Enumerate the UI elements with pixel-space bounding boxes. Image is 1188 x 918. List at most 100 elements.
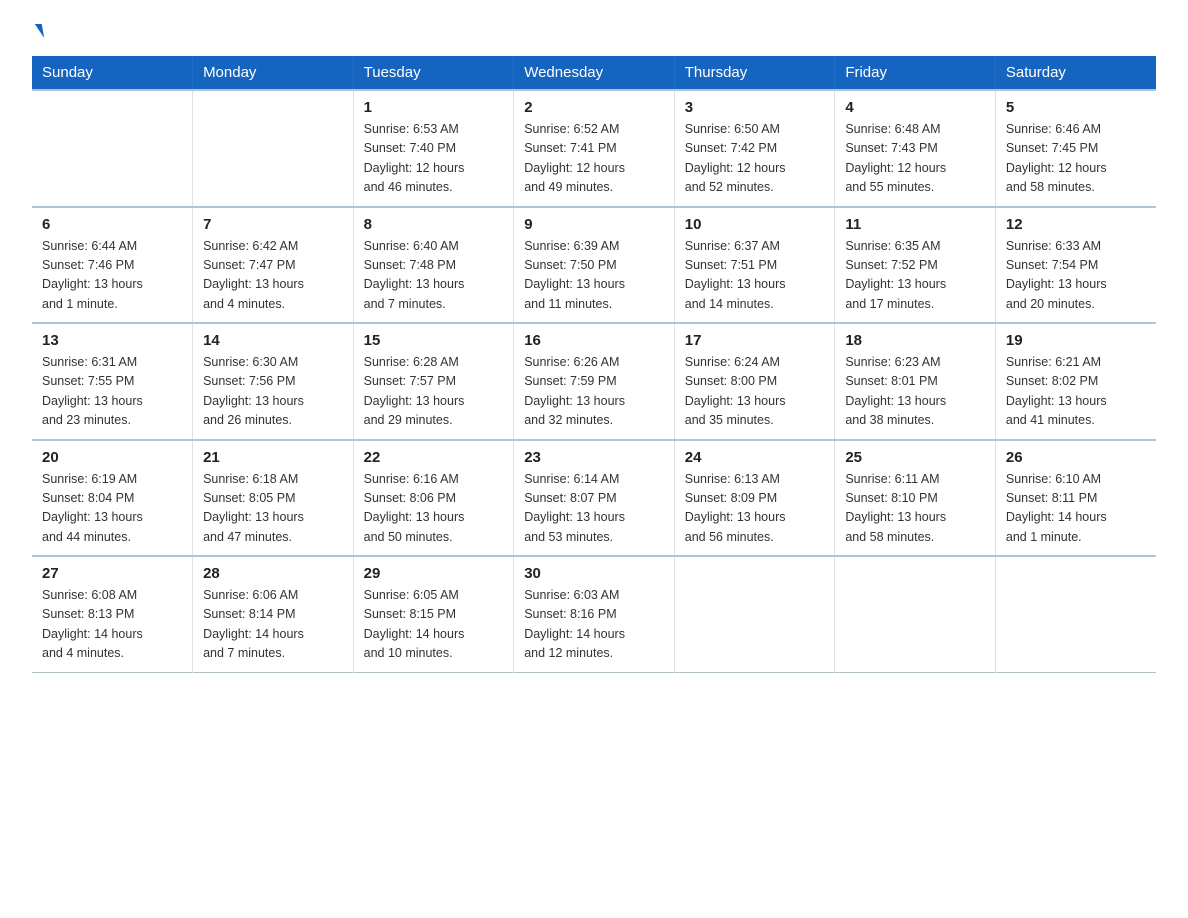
calendar-cell: 3 Sunrise: 6:50 AMSunset: 7:42 PMDaylight… (674, 90, 835, 207)
calendar-cell: 14Sunrise: 6:30 AMSunset: 7:56 PMDayligh… (193, 323, 354, 440)
day-info: Sunrise: 6:48 AMSunset: 7:43 PMDaylight:… (845, 120, 985, 198)
day-number: 4 (845, 99, 985, 116)
calendar-cell: 20 Sunrise: 6:19 AMSunset: 8:04 PMDayligh… (32, 440, 193, 557)
calendar-cell (835, 556, 996, 672)
calendar-cell: 25 Sunrise: 6:11 AMSunset: 8:10 PMDayligh… (835, 440, 996, 557)
calendar-cell: 15 Sunrise: 6:28 AMSunset: 7:57 PMDayligh… (353, 323, 514, 440)
day-info: Sunrise: 6:37 AMSunset: 7:51 PMDaylight:… (685, 237, 825, 315)
day-info: Sunrise: 6:35 AMSunset: 7:52 PMDaylight:… (845, 237, 985, 315)
header-saturday: Saturday (995, 56, 1156, 90)
day-number: 10 (685, 216, 825, 233)
day-number: 8 (364, 216, 504, 233)
day-info: Sunrise: 6:42 AMSunset: 7:47 PMDaylight:… (203, 237, 343, 315)
calendar-cell: 21 Sunrise: 6:18 AMSunset: 8:05 PMDayligh… (193, 440, 354, 557)
header-sunday: Sunday (32, 56, 193, 90)
day-info: Sunrise: 6:21 AMSunset: 8:02 PMDaylight:… (1006, 353, 1146, 431)
day-number: 9 (524, 216, 664, 233)
day-info: Sunrise: 6:24 AMSunset: 8:00 PMDaylight:… (685, 353, 825, 431)
calendar-cell: 7 Sunrise: 6:42 AMSunset: 7:47 PMDaylight… (193, 207, 354, 324)
day-number: 3 (685, 99, 825, 116)
day-info: Sunrise: 6:05 AMSunset: 8:15 PMDaylight:… (364, 586, 504, 664)
header-thursday: Thursday (674, 56, 835, 90)
day-info: Sunrise: 6:18 AMSunset: 8:05 PMDaylight:… (203, 470, 343, 548)
day-number: 12 (1006, 216, 1146, 233)
day-info: Sunrise: 6:23 AMSunset: 8:01 PMDaylight:… (845, 353, 985, 431)
day-info: Sunrise: 6:28 AMSunset: 7:57 PMDaylight:… (364, 353, 504, 431)
day-number: 18 (845, 332, 985, 349)
day-info: Sunrise: 6:39 AMSunset: 7:50 PMDaylight:… (524, 237, 664, 315)
calendar-cell: 6Sunrise: 6:44 AMSunset: 7:46 PMDaylight… (32, 207, 193, 324)
calendar-cell: 12 Sunrise: 6:33 AMSunset: 7:54 PMDayligh… (995, 207, 1156, 324)
calendar-cell: 8 Sunrise: 6:40 AMSunset: 7:48 PMDaylight… (353, 207, 514, 324)
calendar-cell: 18 Sunrise: 6:23 AMSunset: 8:01 PMDayligh… (835, 323, 996, 440)
calendar-cell: 23 Sunrise: 6:14 AMSunset: 8:07 PMDayligh… (514, 440, 675, 557)
day-number: 21 (203, 449, 343, 466)
day-number: 17 (685, 332, 825, 349)
day-number: 11 (845, 216, 985, 233)
page-header (32, 24, 1156, 38)
day-info: Sunrise: 6:33 AMSunset: 7:54 PMDaylight:… (1006, 237, 1146, 315)
week-row-2: 6Sunrise: 6:44 AMSunset: 7:46 PMDaylight… (32, 207, 1156, 324)
day-info: Sunrise: 6:30 AMSunset: 7:56 PMDaylight:… (203, 353, 343, 431)
day-number: 24 (685, 449, 825, 466)
day-info: Sunrise: 6:13 AMSunset: 8:09 PMDaylight:… (685, 470, 825, 548)
calendar-cell: 28Sunrise: 6:06 AMSunset: 8:14 PMDayligh… (193, 556, 354, 672)
day-number: 5 (1006, 99, 1146, 116)
day-info: Sunrise: 6:50 AMSunset: 7:42 PMDaylight:… (685, 120, 825, 198)
day-info: Sunrise: 6:08 AMSunset: 8:13 PMDaylight:… (42, 586, 182, 664)
day-info: Sunrise: 6:11 AMSunset: 8:10 PMDaylight:… (845, 470, 985, 548)
calendar-cell: 1 Sunrise: 6:53 AMSunset: 7:40 PMDaylight… (353, 90, 514, 207)
calendar-cell: 11 Sunrise: 6:35 AMSunset: 7:52 PMDayligh… (835, 207, 996, 324)
day-info: Sunrise: 6:16 AMSunset: 8:06 PMDaylight:… (364, 470, 504, 548)
calendar-cell: 5 Sunrise: 6:46 AMSunset: 7:45 PMDaylight… (995, 90, 1156, 207)
calendar-cell: 29 Sunrise: 6:05 AMSunset: 8:15 PMDayligh… (353, 556, 514, 672)
day-number: 27 (42, 565, 182, 582)
day-info: Sunrise: 6:06 AMSunset: 8:14 PMDaylight:… (203, 586, 343, 664)
calendar-cell: 16 Sunrise: 6:26 AMSunset: 7:59 PMDayligh… (514, 323, 675, 440)
day-info: Sunrise: 6:19 AMSunset: 8:04 PMDaylight:… (42, 470, 182, 548)
day-info: Sunrise: 6:53 AMSunset: 7:40 PMDaylight:… (364, 120, 504, 198)
day-info: Sunrise: 6:52 AMSunset: 7:41 PMDaylight:… (524, 120, 664, 198)
day-number: 13 (42, 332, 182, 349)
calendar-cell: 13 Sunrise: 6:31 AMSunset: 7:55 PMDayligh… (32, 323, 193, 440)
calendar-cell: 17 Sunrise: 6:24 AMSunset: 8:00 PMDayligh… (674, 323, 835, 440)
calendar-cell: 26Sunrise: 6:10 AMSunset: 8:11 PMDayligh… (995, 440, 1156, 557)
day-number: 6 (42, 216, 182, 233)
day-number: 25 (845, 449, 985, 466)
day-number: 20 (42, 449, 182, 466)
calendar-cell: 27 Sunrise: 6:08 AMSunset: 8:13 PMDayligh… (32, 556, 193, 672)
day-info: Sunrise: 6:40 AMSunset: 7:48 PMDaylight:… (364, 237, 504, 315)
day-info: Sunrise: 6:14 AMSunset: 8:07 PMDaylight:… (524, 470, 664, 548)
day-number: 26 (1006, 449, 1146, 466)
calendar-header-row: SundayMondayTuesdayWednesdayThursdayFrid… (32, 56, 1156, 90)
calendar-cell: 10 Sunrise: 6:37 AMSunset: 7:51 PMDayligh… (674, 207, 835, 324)
day-number: 7 (203, 216, 343, 233)
day-info: Sunrise: 6:31 AMSunset: 7:55 PMDaylight:… (42, 353, 182, 431)
day-number: 2 (524, 99, 664, 116)
calendar-cell (193, 90, 354, 207)
header-tuesday: Tuesday (353, 56, 514, 90)
day-info: Sunrise: 6:46 AMSunset: 7:45 PMDaylight:… (1006, 120, 1146, 198)
week-row-1: 1 Sunrise: 6:53 AMSunset: 7:40 PMDaylight… (32, 90, 1156, 207)
day-number: 19 (1006, 332, 1146, 349)
calendar-cell (32, 90, 193, 207)
calendar-cell: 22Sunrise: 6:16 AMSunset: 8:06 PMDayligh… (353, 440, 514, 557)
calendar-cell: 4 Sunrise: 6:48 AMSunset: 7:43 PMDaylight… (835, 90, 996, 207)
day-number: 30 (524, 565, 664, 582)
day-number: 15 (364, 332, 504, 349)
day-number: 29 (364, 565, 504, 582)
week-row-5: 27 Sunrise: 6:08 AMSunset: 8:13 PMDayligh… (32, 556, 1156, 672)
day-number: 23 (524, 449, 664, 466)
logo (32, 24, 43, 38)
week-row-3: 13 Sunrise: 6:31 AMSunset: 7:55 PMDayligh… (32, 323, 1156, 440)
day-number: 1 (364, 99, 504, 116)
day-info: Sunrise: 6:03 AMSunset: 8:16 PMDaylight:… (524, 586, 664, 664)
day-number: 16 (524, 332, 664, 349)
calendar-cell: 2 Sunrise: 6:52 AMSunset: 7:41 PMDaylight… (514, 90, 675, 207)
calendar-table: SundayMondayTuesdayWednesdayThursdayFrid… (32, 56, 1156, 673)
calendar-cell: 24 Sunrise: 6:13 AMSunset: 8:09 PMDayligh… (674, 440, 835, 557)
calendar-cell: 19 Sunrise: 6:21 AMSunset: 8:02 PMDayligh… (995, 323, 1156, 440)
header-wednesday: Wednesday (514, 56, 675, 90)
day-info: Sunrise: 6:26 AMSunset: 7:59 PMDaylight:… (524, 353, 664, 431)
calendar-cell (995, 556, 1156, 672)
